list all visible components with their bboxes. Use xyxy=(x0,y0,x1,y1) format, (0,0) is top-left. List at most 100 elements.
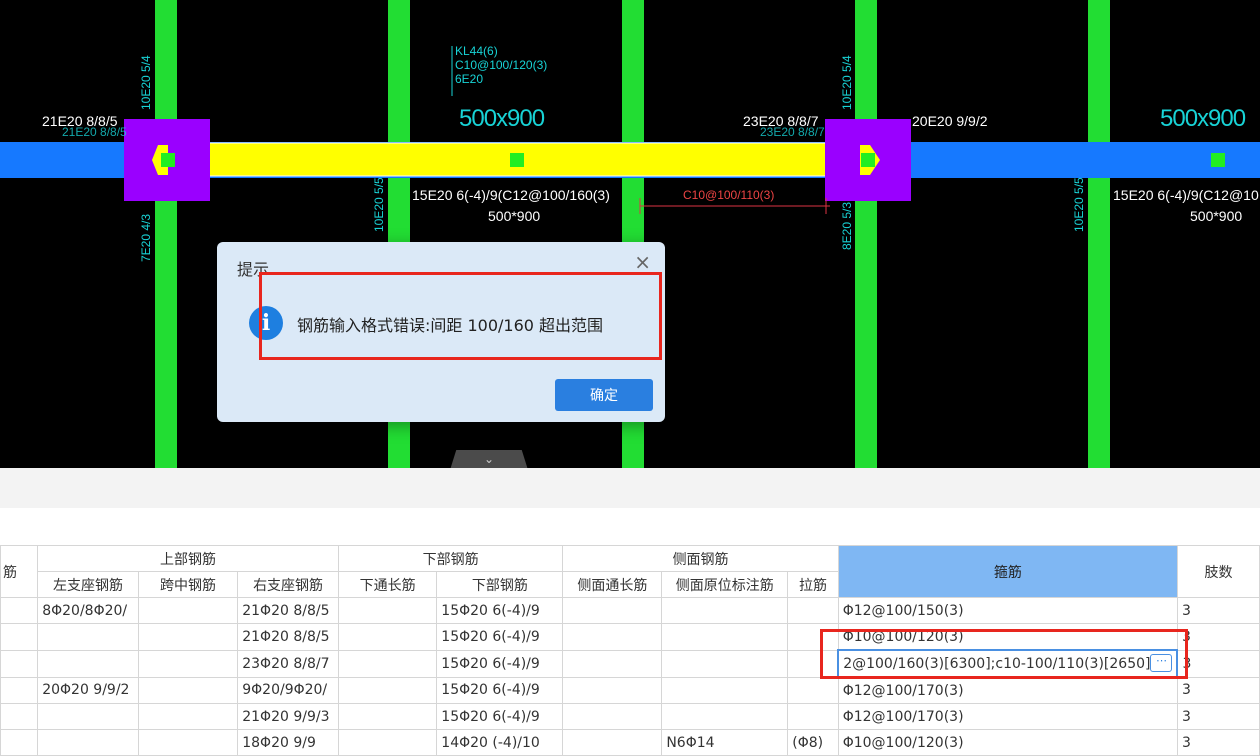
table-row[interactable]: 8Φ20/8Φ20/21Φ20 8/8/5 15Φ20 6(-4)/9 Φ12@10… xyxy=(0,597,1260,624)
table-cell[interactable]: 18Φ20 9/9 xyxy=(237,729,339,756)
table-cell[interactable] xyxy=(137,676,239,704)
highlight-box-message xyxy=(259,272,662,360)
table-cell[interactable]: 15Φ20 6(-4)/9 xyxy=(436,597,564,624)
table-cell[interactable] xyxy=(0,597,39,624)
table-cell[interactable]: 21Φ20 8/8/5 xyxy=(237,597,339,624)
section-label: 500x900 xyxy=(459,105,545,132)
column-rebar-label: 10E20 5/4 xyxy=(840,55,854,110)
table-cell[interactable] xyxy=(661,703,789,730)
table-cell[interactable]: 8Φ20/8Φ20/ xyxy=(37,597,139,624)
table-cell[interactable]: 3 xyxy=(1176,597,1260,624)
table-cell[interactable]: Φ12@100/170(3) xyxy=(837,676,1178,704)
header-group-top-rebar: 上部钢筋 xyxy=(37,545,339,572)
table-cell[interactable] xyxy=(0,649,39,678)
table-cell[interactable]: Φ12@100/150(3) xyxy=(837,597,1178,624)
header-left-support[interactable]: 左支座钢筋 xyxy=(37,571,139,598)
table-cell[interactable] xyxy=(137,623,239,651)
table-cell[interactable]: 21Φ20 8/8/5 xyxy=(237,623,339,651)
table-cell[interactable] xyxy=(0,676,39,704)
column-rebar-label: 7E20 4/3 xyxy=(139,213,153,262)
rebar-label-ghost: 21E20 8/8/5 xyxy=(62,125,127,139)
table-cell[interactable] xyxy=(787,676,839,704)
table-cell[interactable]: 3 xyxy=(1176,703,1260,730)
table-cell[interactable] xyxy=(562,623,663,651)
table-cell[interactable] xyxy=(137,597,239,624)
collapse-panel-button[interactable]: ⌄ xyxy=(450,450,528,468)
table-cell[interactable]: (Φ8) xyxy=(787,729,839,756)
table-row[interactable]: 21Φ20 9/9/3 15Φ20 6(-4)/9 Φ12@100/170(3) 3 xyxy=(0,703,1260,730)
table-cell[interactable] xyxy=(337,676,438,704)
table-cell[interactable] xyxy=(661,649,789,678)
table-cell[interactable] xyxy=(37,649,139,678)
header-stirrup[interactable]: 箍筋 xyxy=(837,545,1178,598)
table-cell[interactable]: 3 xyxy=(1176,729,1260,756)
table-cell[interactable]: 15Φ20 6(-4)/9 xyxy=(436,703,564,730)
table-cell[interactable]: Φ10@100/120(3) xyxy=(837,729,1178,756)
cad-drawing-canvas[interactable]: KL44(6) C10@100/120(3) 6E20 500x900 500x… xyxy=(0,0,1260,468)
table-cell[interactable] xyxy=(37,623,139,651)
table-cell[interactable] xyxy=(37,729,139,756)
table-cell[interactable]: 15Φ20 6(-4)/9 xyxy=(436,623,564,651)
ok-button[interactable]: 确定 xyxy=(555,379,653,411)
table-cell[interactable] xyxy=(337,703,438,730)
header-right-support[interactable]: 右支座钢筋 xyxy=(237,571,339,598)
header-bottom-continuous[interactable]: 下通长筋 xyxy=(337,571,438,598)
node-marker xyxy=(510,153,524,167)
table-cell[interactable] xyxy=(562,729,663,756)
table-cell[interactable] xyxy=(661,676,789,704)
table-row[interactable]: 18Φ20 9/9 14Φ20 (-4)/10 N6Φ14 (Φ8) Φ10@100/1… xyxy=(0,729,1260,756)
table-cell[interactable] xyxy=(787,703,839,730)
table-cell[interactable] xyxy=(137,703,239,730)
table-row[interactable]: 20Φ20 9/9/2 9Φ20/9Φ20/15Φ20 6(-4)/9 Φ12@10… xyxy=(0,676,1260,704)
table-cell[interactable] xyxy=(337,729,438,756)
table-cell[interactable]: 15Φ20 6(-4)/9 xyxy=(436,649,564,678)
column-rebar-label: 8E20 5/3 xyxy=(840,201,854,250)
table-cell[interactable]: 9Φ20/9Φ20/ xyxy=(237,676,339,704)
rebar-label: 15E20 6(-4)/9(C12@100/160(3) xyxy=(412,187,610,203)
table-cell[interactable] xyxy=(0,623,39,651)
table-cell[interactable]: Φ12@100/170(3) xyxy=(837,703,1178,730)
header-legs[interactable]: 肢数 xyxy=(1176,545,1260,598)
table-cell[interactable]: 3 xyxy=(1176,649,1260,678)
table-cell[interactable] xyxy=(787,597,839,624)
table-cell[interactable] xyxy=(562,649,663,678)
table-cell[interactable] xyxy=(661,623,789,651)
section-label: 500*900 xyxy=(1190,208,1243,224)
table-cell[interactable] xyxy=(37,703,139,730)
table-cell[interactable] xyxy=(0,703,39,730)
table-cell[interactable] xyxy=(337,623,438,651)
header-group-side-rebar: 侧面钢筋 xyxy=(562,545,839,572)
table-cell[interactable]: N6Φ14 xyxy=(661,729,789,756)
header-bottom-rebar[interactable]: 下部钢筋 xyxy=(436,571,564,598)
table-cell[interactable]: 3 xyxy=(1176,623,1260,651)
table-cell[interactable] xyxy=(337,649,438,678)
header-tie-bar[interactable]: 拉筋 xyxy=(787,571,839,598)
close-icon[interactable]: × xyxy=(634,252,651,272)
table-cell[interactable]: 15Φ20 6(-4)/9 xyxy=(436,676,564,704)
table-cell[interactable] xyxy=(562,703,663,730)
header-group-bottom-rebar: 下部钢筋 xyxy=(337,545,564,572)
table-cell[interactable]: 20Φ20 9/9/2 xyxy=(37,676,139,704)
panel-divider xyxy=(0,468,1260,508)
node-marker xyxy=(1211,153,1225,167)
table-cell[interactable]: 23Φ20 8/8/7 xyxy=(237,649,339,678)
table-cell[interactable] xyxy=(562,597,663,624)
table-cell[interactable] xyxy=(137,649,239,678)
header-side-in-situ[interactable]: 侧面原位标注筋 xyxy=(661,571,789,598)
beam-label-line: C10@100/120(3) xyxy=(455,58,548,72)
header-side-continuous[interactable]: 侧面通长筋 xyxy=(562,571,663,598)
table-cell[interactable] xyxy=(137,729,239,756)
rebar-label: 15E20 6(-4)/9(C12@10 xyxy=(1113,187,1259,203)
rebar-label: 20E20 9/9/2 xyxy=(912,113,988,129)
table-cell[interactable] xyxy=(0,729,39,756)
header-midspan[interactable]: 跨中钢筋 xyxy=(137,571,239,598)
table-cell[interactable] xyxy=(337,597,438,624)
table-cell[interactable]: 14Φ20 (-4)/10 xyxy=(436,729,564,756)
node-marker xyxy=(161,153,175,167)
table-cell[interactable]: 21Φ20 9/9/3 xyxy=(237,703,339,730)
table-cell[interactable] xyxy=(562,676,663,704)
column-rebar-label: 10E20 5/5 xyxy=(372,177,386,232)
beam-label: KL44(6) C10@100/120(3) 6E20 xyxy=(455,44,547,86)
table-cell[interactable]: 3 xyxy=(1176,676,1260,704)
table-cell[interactable] xyxy=(661,597,789,624)
